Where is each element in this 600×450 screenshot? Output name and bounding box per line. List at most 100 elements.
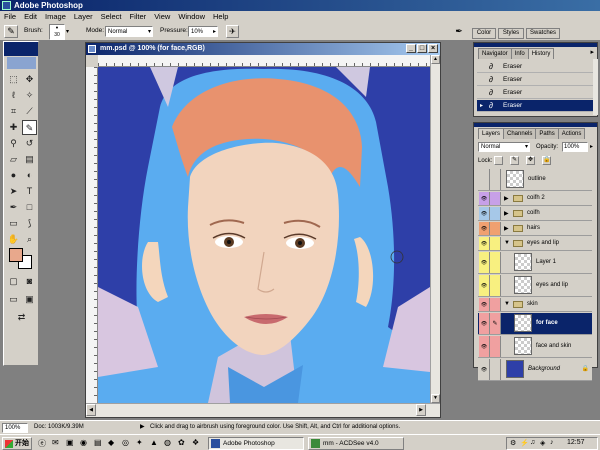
brush-dropdown-icon[interactable]: ▾ [66,28,69,35]
task-photoshop[interactable]: Adobe Photoshop [208,437,304,450]
image-canvas[interactable] [98,67,430,403]
history-scrollbar[interactable] [593,59,598,115]
visibility-eye-icon[interactable] [479,169,490,190]
link-brush-icon[interactable] [490,222,501,235]
menu-view[interactable]: View [150,11,174,22]
hand-tool-icon[interactable]: ✋ [6,232,21,247]
visibility-eye-icon[interactable]: 👁 [479,207,490,220]
type-tool-icon[interactable]: T [22,184,37,199]
tab-actions[interactable]: Actions [557,128,586,139]
tab-info[interactable]: Info [510,48,529,59]
tab-color[interactable]: Color [472,28,496,39]
history-item[interactable]: ∂ Eraser [477,87,593,99]
doc-size-info[interactable]: Doc: 1003K/9.39M [34,421,84,434]
layer-row[interactable]: 👁 eyes and lip [478,275,592,297]
tray-icon[interactable]: ⚡ [520,439,529,447]
panel-menu-icon[interactable]: ▸ [590,48,594,56]
tab-channels[interactable]: Channels [503,128,537,139]
eraser-tool-icon[interactable]: ▱ [6,152,21,167]
magic-wand-tool-icon[interactable]: ✧ [22,88,37,103]
panel-drag-bar[interactable] [474,123,597,127]
layer-set-row[interactable]: 👁 ▶ hairs [478,222,592,236]
opacity-input[interactable]: 100% [562,142,588,152]
link-brush-icon[interactable] [490,237,501,250]
move-tool-icon[interactable]: ✥ [22,72,37,87]
menu-window[interactable]: Window [174,11,209,22]
tab-paths[interactable]: Paths [535,128,559,139]
vertical-scrollbar[interactable]: ▲ ▼ [430,55,440,403]
lock-pixels-icon[interactable]: ✎ [510,156,519,165]
quicklaunch-ie-icon[interactable]: ⓔ [38,438,46,449]
brush-preset-picker[interactable]: • 30 [49,24,65,40]
quicklaunch-desktop-icon[interactable]: ▣ [66,438,74,447]
lock-transparency-checkbox[interactable] [494,156,503,165]
link-brush-icon[interactable] [490,207,501,220]
visibility-eye-icon[interactable]: 👁 [479,298,490,311]
tab-layers[interactable]: Layers [478,128,505,139]
visibility-eye-icon[interactable]: 👁 [479,222,490,235]
expand-triangle-icon[interactable]: ▶ [504,195,509,202]
crop-tool-icon[interactable]: ⌗ [6,104,21,119]
tray-icon[interactable]: ♫ [530,439,535,446]
jump-to-imageready-icon[interactable]: ⇄ [14,310,29,325]
collapse-triangle-icon[interactable]: ▼ [504,301,510,307]
screen-mode-full-icon[interactable]: ▣ [22,292,37,307]
visibility-eye-icon[interactable]: 👁 [479,336,490,357]
link-brush-icon[interactable]: ✎ [490,313,501,334]
shape-tool-icon[interactable]: □ [22,200,37,215]
menu-image[interactable]: Image [41,11,70,22]
link-brush-icon[interactable] [490,275,501,296]
link-brush-icon[interactable] [490,336,501,357]
visibility-eye-icon[interactable]: 👁 [479,313,490,334]
link-brush-icon[interactable] [490,192,501,205]
menu-layer[interactable]: Layer [70,11,97,22]
zoom-input[interactable]: 100% [2,423,28,433]
tray-icon[interactable]: ◈ [540,439,545,447]
blend-mode-select[interactable]: Normal ▾ [478,142,530,152]
lock-all-icon[interactable]: 🔒 [542,156,551,165]
lock-position-icon[interactable]: ✥ [526,156,535,165]
visibility-eye-icon[interactable]: 👁 [479,252,490,273]
foreground-color-swatch[interactable] [9,248,23,262]
start-button[interactable]: 开始 [2,437,32,450]
clock[interactable]: 12:57 [567,439,585,446]
expand-triangle-icon[interactable]: ▶ [504,225,509,232]
scroll-up-button[interactable]: ▲ [431,55,440,64]
visibility-eye-icon[interactable]: 👁 [479,359,490,380]
opacity-slider-icon[interactable]: ▸ [590,143,593,150]
layer-row[interactable]: 👁 Background 🔒 [478,359,592,381]
quicklaunch-app-icon[interactable]: ✿ [178,438,185,447]
stylus-options-icon[interactable]: ✈ [226,25,239,38]
eyedropper-tool-icon[interactable]: ⟆ [22,216,37,231]
zoom-tool-icon[interactable]: ⌕ [22,232,37,247]
layer-set-row[interactable]: 👁 ▼ skin [478,298,592,312]
layer-set-row[interactable]: 👁 ▶ coifh 2 [478,192,592,206]
quicklaunch-outlook-icon[interactable]: ✉ [52,438,59,447]
layer-row[interactable]: 👁 Layer 1 [478,252,592,274]
quicklaunch-app-icon[interactable]: ✦ [136,438,143,447]
quicklaunch-app-icon[interactable]: ▲ [150,438,158,447]
screen-mode-standard-icon[interactable]: ▭ [6,292,21,307]
document-title-bar[interactable]: mm.psd @ 100% (for face,RGB) _ □ × [86,43,440,55]
path-selection-tool-icon[interactable]: ➤ [6,184,21,199]
menu-filter[interactable]: Filter [126,11,151,22]
tab-styles[interactable]: Styles [498,28,524,39]
slice-tool-icon[interactable]: ⟋ [22,104,37,119]
maximize-button[interactable]: □ [417,44,427,53]
menu-help[interactable]: Help [209,11,232,22]
layer-set-row[interactable]: 👁 ▼ eyes and lip [478,237,592,251]
collapse-triangle-icon[interactable]: ▼ [504,240,510,246]
close-button[interactable]: × [428,44,438,53]
task-acdsee[interactable]: mm - ACDSee v4.0 [308,437,404,450]
scroll-left-button[interactable]: ◀ [86,404,96,416]
palette-well-icon[interactable]: ✒ [452,25,466,38]
airbrush-tool-icon[interactable]: ✎ [22,120,37,135]
horizontal-scrollbar[interactable]: ◀ ▶ [86,403,440,417]
quicklaunch-app-icon[interactable]: ◆ [108,438,114,447]
clone-stamp-tool-icon[interactable]: ⚲ [6,136,21,151]
history-item[interactable]: ∂ Eraser [477,74,593,86]
tray-icon[interactable]: ⚙ [510,439,516,447]
quicklaunch-app-icon[interactable]: ❖ [192,438,199,447]
link-brush-icon[interactable] [490,169,501,190]
tab-navigator[interactable]: Navigator [478,48,512,59]
